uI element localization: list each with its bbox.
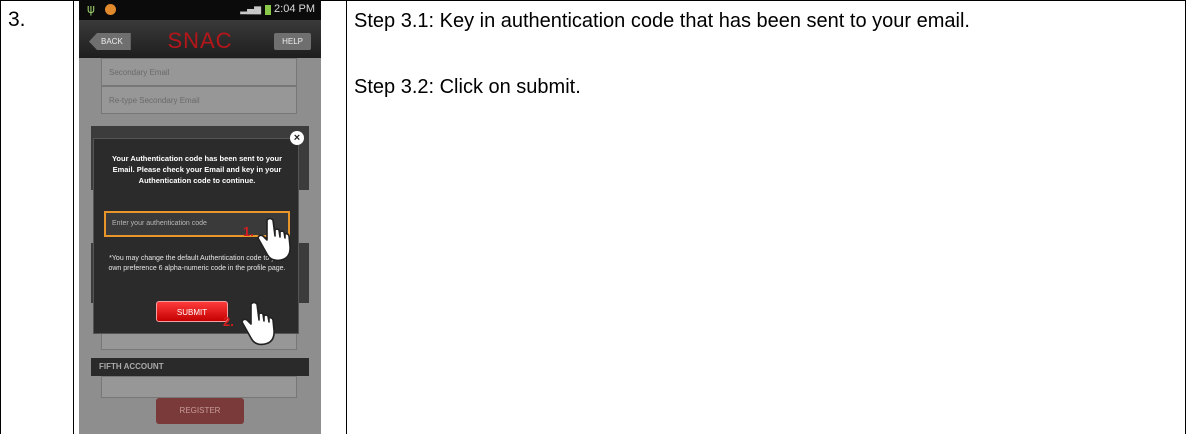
- table-border-left: [0, 0, 1, 434]
- retype-secondary-email-field[interactable]: Re-type Secondary Email: [101, 86, 297, 114]
- battery-icon: [265, 5, 271, 15]
- table-divider-1: [73, 0, 74, 434]
- callout-number-1: 1.: [243, 224, 254, 239]
- signal-icon: ▂▄▆: [240, 5, 261, 15]
- phone-screenshot: ψ ▂▄▆ 2:04 PM BACK SNAC HELP Secondary E…: [79, 0, 321, 434]
- dialog-message: Your Authentication code has been sent t…: [111, 154, 283, 185]
- help-button[interactable]: HELP: [274, 33, 311, 50]
- callout-number-2: 2.: [223, 314, 234, 329]
- status-time: 2:04 PM: [274, 3, 315, 15]
- instruction-step-3-1: Step 3.1: Key in authentication code tha…: [354, 10, 970, 32]
- hand-pointer-icon: [241, 301, 275, 346]
- background-field-4[interactable]: [101, 376, 297, 398]
- instructions: Step 3.1: Key in authentication code tha…: [354, 8, 1184, 100]
- close-icon[interactable]: ×: [290, 131, 304, 145]
- pointer-callout-2: 2.: [223, 300, 279, 350]
- submit-button[interactable]: SUBMIT: [156, 301, 228, 322]
- pointer-callout-1: 1.: [243, 216, 295, 266]
- step-number: 3.: [8, 8, 26, 31]
- alarm-icon: [105, 4, 116, 15]
- register-button[interactable]: REGISTER: [156, 398, 244, 424]
- fifth-account-header: FIFTH ACCOUNT: [91, 358, 309, 376]
- table-divider-2: [346, 0, 347, 434]
- app-bar: BACK SNAC HELP: [79, 20, 321, 58]
- status-bar: ψ ▂▄▆ 2:04 PM: [79, 0, 321, 20]
- instruction-step-3-2: Step 3.2: Click on submit.: [354, 76, 581, 98]
- secondary-email-field[interactable]: Secondary Email: [101, 58, 297, 86]
- usb-icon: ψ: [87, 2, 95, 16]
